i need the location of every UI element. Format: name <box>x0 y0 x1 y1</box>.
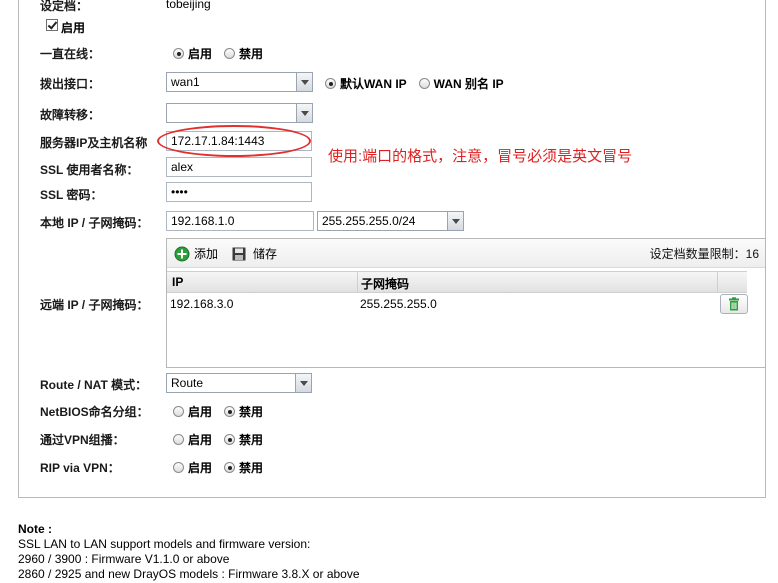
delete-row-button[interactable] <box>720 294 748 314</box>
row-mask: 255.255.255.0 <box>360 297 437 311</box>
highlight-ellipse <box>157 125 311 157</box>
local-ip-label: 本地 IP / 子网掩码： <box>40 216 149 230</box>
always-on-label: 一直在线： <box>40 47 101 61</box>
enable-checkbox-label: 启用 <box>61 21 86 35</box>
enable-checkbox[interactable] <box>46 19 58 31</box>
rip-disable-radio[interactable] <box>224 462 236 473</box>
ssl-user-label: SSL 使用者名称： <box>40 163 139 177</box>
netbios-radio-group: 启用 禁用 <box>173 403 275 420</box>
always-on-disable-radio[interactable] <box>224 48 236 59</box>
remote-ip-table: 添加 储存 设定档数量限制：16 IP 子网掩码 192.168.3.0 255… <box>166 238 766 368</box>
table-row[interactable]: 192.168.3.0 255.255.255.0 <box>167 292 747 316</box>
failover-label: 故障转移： <box>40 108 101 122</box>
chevron-down-icon <box>447 212 463 230</box>
note-line-2: 2960 / 3900 : Firmware V1.1.0 or above <box>18 552 230 566</box>
dial-out-value: wan1 <box>171 75 200 89</box>
local-mask-value: 255.255.255.0/24 <box>322 214 416 228</box>
profile-label: 设定档： <box>40 0 89 13</box>
default-wan-ip-radio[interactable] <box>325 78 336 89</box>
multicast-disable-radio[interactable] <box>224 434 236 445</box>
dial-out-label: 拨出接口： <box>40 77 101 91</box>
local-mask-select[interactable]: 255.255.255.0/24 <box>317 211 464 231</box>
note-title: Note : <box>18 522 52 536</box>
multicast-disable-label: 禁用 <box>239 433 264 447</box>
rip-label: RIP via VPN： <box>40 461 120 475</box>
chevron-down-icon <box>296 104 312 122</box>
add-button[interactable]: 添加 <box>174 245 218 262</box>
trash-icon <box>729 297 739 311</box>
netbios-disable-radio[interactable] <box>224 406 236 417</box>
multicast-label: 通过VPN组播： <box>40 433 125 447</box>
netbios-label: NetBIOS命名分组： <box>40 405 149 419</box>
dial-out-select[interactable]: wan1 <box>166 72 313 92</box>
netbios-enable-radio[interactable] <box>173 406 184 417</box>
add-icon <box>174 246 190 261</box>
column-mask: 子网掩码 <box>361 277 410 291</box>
netbios-disable-label: 禁用 <box>239 405 264 419</box>
table-toolbar: 添加 储存 设定档数量限制：16 <box>167 239 765 268</box>
profile-value: tobeijing <box>166 0 211 11</box>
server-label: 服务器IP及主机名称 <box>40 136 148 150</box>
column-divider <box>357 272 358 292</box>
dial-out-radio-group: 默认WAN IP WAN 别名 IP <box>325 75 516 92</box>
row-ip: 192.168.3.0 <box>170 297 234 311</box>
save-button-label: 储存 <box>253 247 278 261</box>
ssl-password-label: SSL 密码： <box>40 188 103 202</box>
save-icon <box>232 247 246 260</box>
ssl-user-input[interactable]: alex <box>166 157 312 177</box>
profile-limit-text: 设定档数量限制：16 <box>649 247 759 261</box>
local-ip-input[interactable]: 192.168.1.0 <box>166 211 314 231</box>
chevron-down-icon <box>296 73 312 91</box>
default-wan-ip-label: 默认WAN IP <box>340 77 407 91</box>
remote-ip-label: 远端 IP / 子网掩码： <box>40 298 149 312</box>
rip-radio-group: 启用 禁用 <box>173 459 275 476</box>
wan-alias-ip-radio[interactable] <box>418 78 430 89</box>
save-button[interactable]: 储存 <box>231 245 277 262</box>
note-line-3: 2860 / 2925 and new DrayOS models : Firm… <box>18 567 360 581</box>
column-divider <box>717 272 718 292</box>
always-on-enable-radio[interactable] <box>173 48 184 59</box>
add-button-label: 添加 <box>194 247 219 261</box>
multicast-enable-radio[interactable] <box>173 434 184 445</box>
wan-alias-ip-label: WAN 别名 IP <box>433 77 504 91</box>
table-header: IP 子网掩码 <box>167 271 747 293</box>
netbios-enable-label: 启用 <box>188 405 213 419</box>
failover-select[interactable] <box>166 103 313 123</box>
annotation-text: 使用:端口的格式，注意，冒号必须是英文冒号 <box>328 148 633 165</box>
column-ip: IP <box>172 275 184 289</box>
always-on-disable-label: 禁用 <box>239 47 264 61</box>
route-nat-select[interactable]: Route <box>166 373 312 393</box>
always-on-radio-group: 启用 禁用 <box>173 45 275 62</box>
always-on-enable-label: 启用 <box>188 47 213 61</box>
chevron-down-icon <box>295 374 311 392</box>
rip-disable-label: 禁用 <box>239 461 264 475</box>
multicast-enable-label: 启用 <box>188 433 213 447</box>
route-nat-label: Route / NAT 模式： <box>40 378 148 392</box>
route-nat-value: Route <box>171 376 204 390</box>
ssl-password-input[interactable]: •••• <box>166 182 312 202</box>
rip-enable-radio[interactable] <box>173 462 184 473</box>
multicast-radio-group: 启用 禁用 <box>173 431 275 448</box>
rip-enable-label: 启用 <box>188 461 213 475</box>
note-line-1: SSL LAN to LAN support models and firmwa… <box>18 537 311 551</box>
